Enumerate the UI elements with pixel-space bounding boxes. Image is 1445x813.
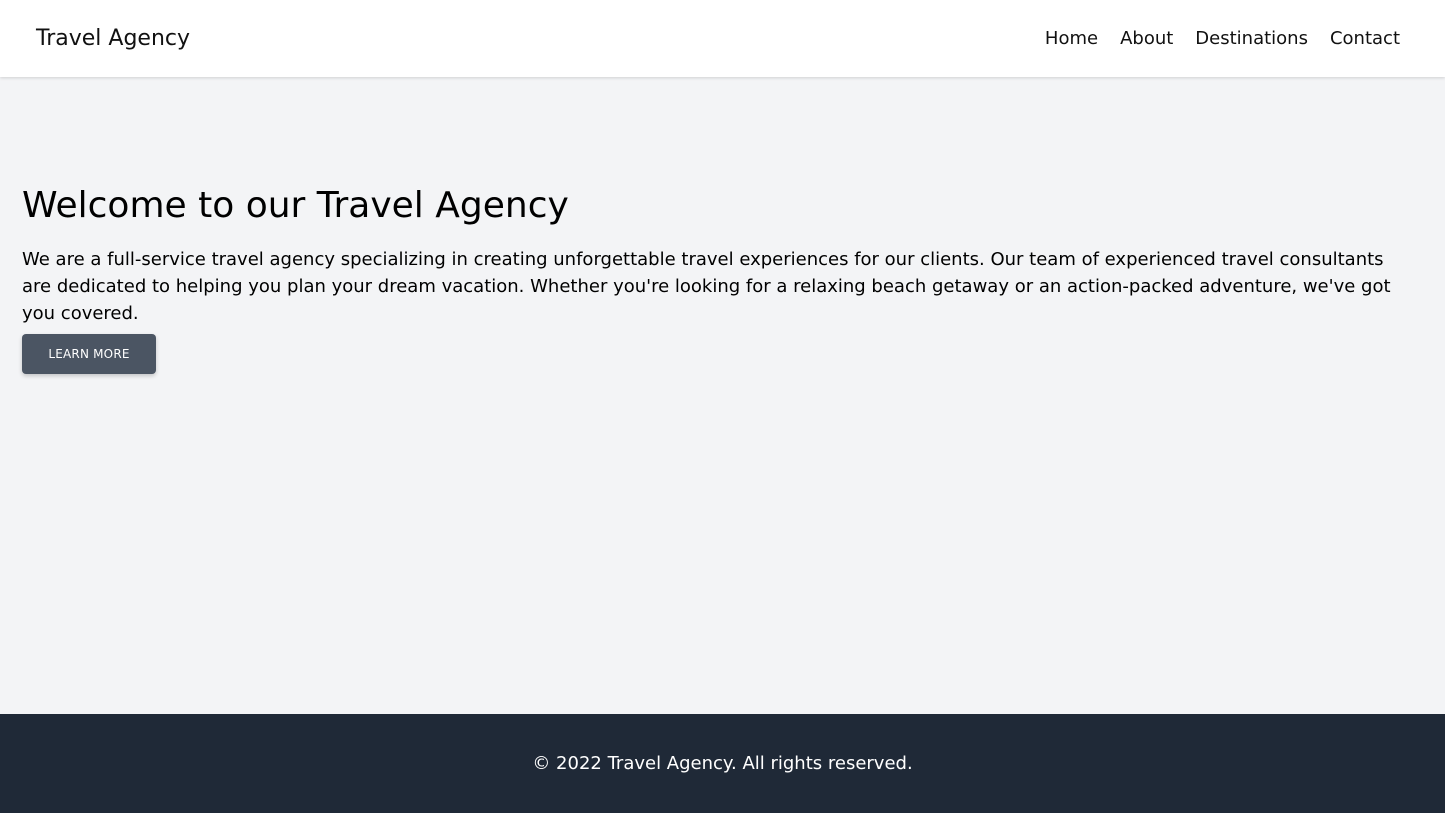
- brand-link[interactable]: Travel Agency: [36, 26, 190, 51]
- hero-description: We are a full-service travel agency spec…: [22, 249, 1391, 324]
- nav-item-contact[interactable]: Contact: [1330, 28, 1400, 49]
- learn-more-button[interactable]: LEARN MORE: [22, 334, 156, 374]
- hero-title: Welcome to our Travel Agency: [22, 185, 569, 226]
- hero-section: Welcome to our Travel Agency We are a fu…: [22, 185, 1422, 327]
- nav-item-home[interactable]: Home: [1045, 28, 1098, 49]
- nav-item-destinations[interactable]: Destinations: [1195, 28, 1308, 49]
- site-footer: © 2022 Travel Agency. All rights reserve…: [0, 714, 1445, 813]
- main-nav: Home About Destinations Contact: [1045, 28, 1400, 49]
- copyright-text: © 2022 Travel Agency. All rights reserve…: [532, 753, 913, 774]
- nav-item-about[interactable]: About: [1120, 28, 1173, 49]
- site-header: Travel Agency Home About Destinations Co…: [0, 0, 1445, 77]
